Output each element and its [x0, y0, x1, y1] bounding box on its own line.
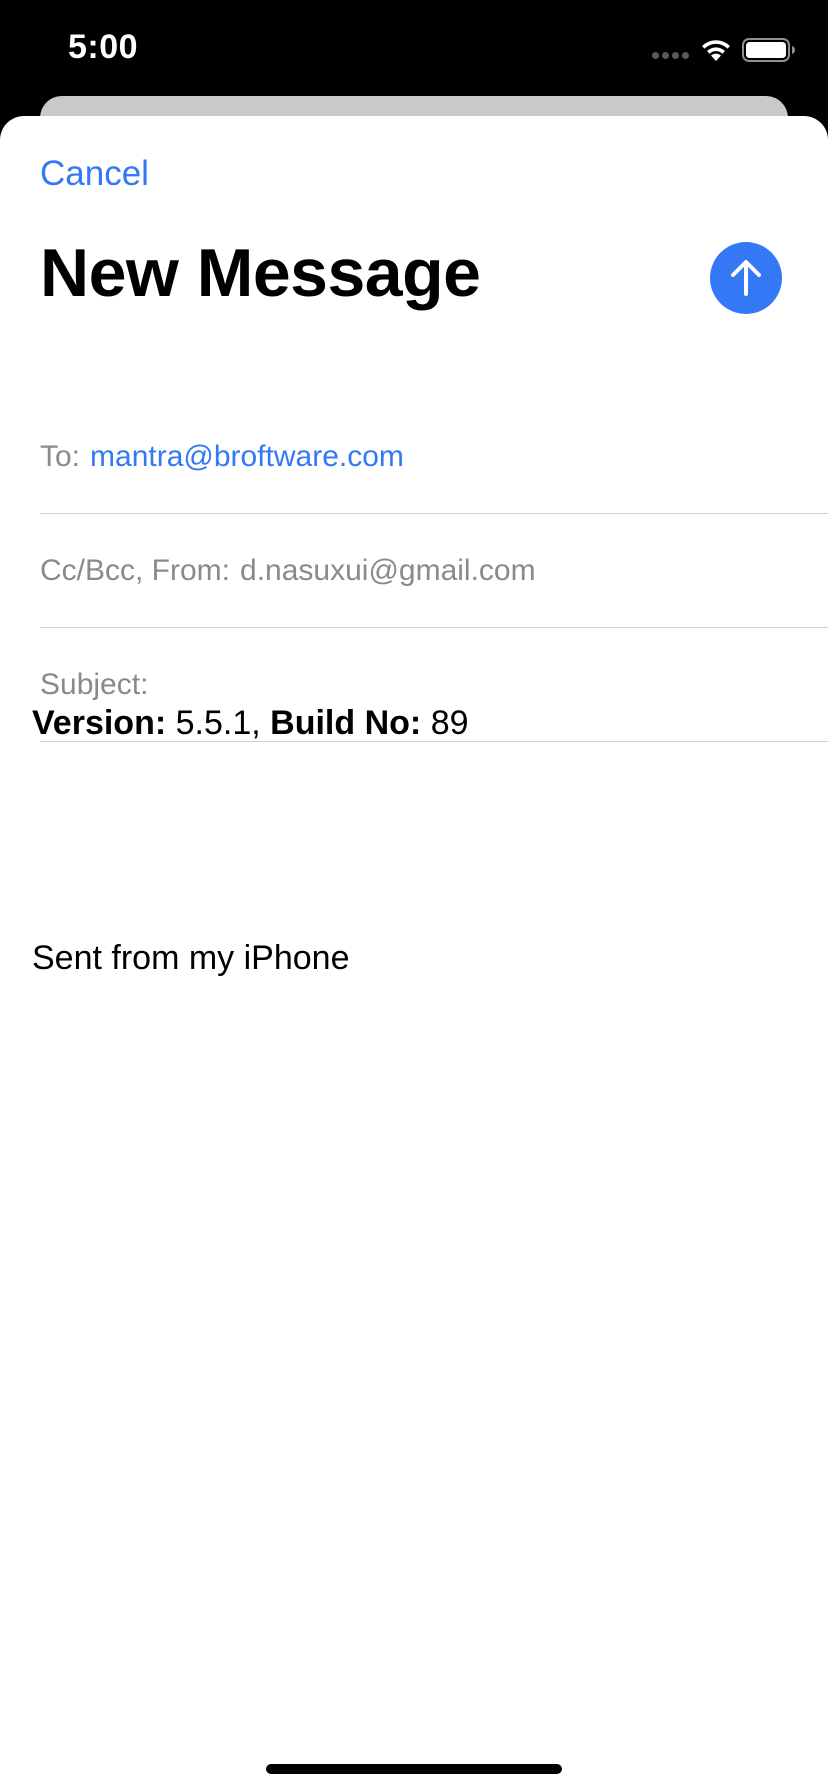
to-field[interactable]: To: mantra@broftware.com — [40, 400, 828, 514]
signal-dots-icon — [652, 52, 689, 59]
subject-label: Subject: — [40, 667, 149, 701]
send-button[interactable] — [710, 242, 782, 314]
cc-bcc-from-field[interactable]: Cc/Bcc, From: d.nasuxui@gmail.com — [40, 514, 828, 628]
from-address[interactable]: d.nasuxui@gmail.com — [240, 554, 536, 588]
build-label: Build No: — [270, 704, 422, 742]
status-bar: 5:00 — [0, 0, 828, 96]
version-value: 5.5.1, — [175, 704, 261, 742]
wifi-icon — [702, 40, 730, 61]
home-indicator[interactable] — [266, 1764, 562, 1774]
message-body-version[interactable]: Version: 5.5.1, Build No: 89 — [32, 704, 469, 743]
to-label: To: — [40, 439, 81, 473]
compose-sheet: Cancel New Message To: mantra@broftware.… — [0, 116, 828, 1792]
version-label: Version: — [32, 704, 167, 742]
recipient-token[interactable]: mantra@broftware.com — [90, 440, 404, 474]
signature-text[interactable]: Sent from my iPhone — [32, 939, 349, 978]
status-time: 5:00 — [68, 28, 139, 66]
arrow-up-icon — [731, 260, 761, 296]
build-value: 89 — [430, 704, 469, 742]
battery-icon — [742, 38, 795, 62]
cc-bcc-from-label: Cc/Bcc, From: — [40, 553, 231, 587]
cancel-button[interactable]: Cancel — [40, 154, 149, 194]
page-title: New Message — [40, 235, 481, 311]
